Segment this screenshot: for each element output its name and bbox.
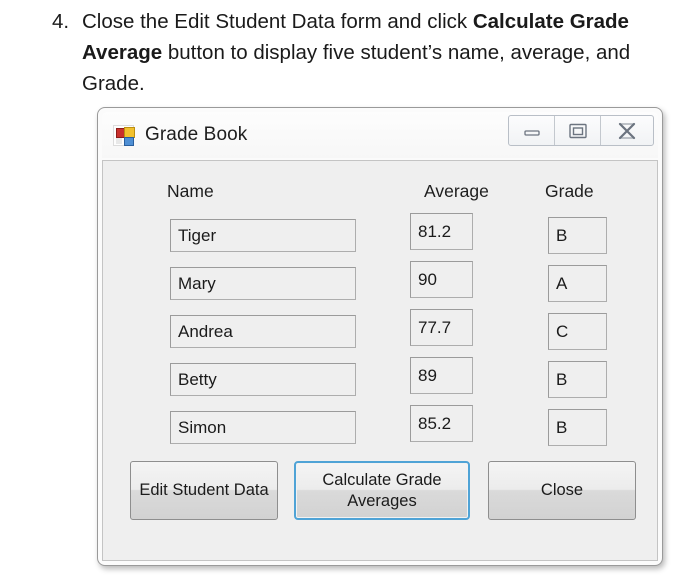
table-row: Simon 85.2 B [103,405,657,453]
instruction-text-part2: button to display five student’s name, a… [82,41,631,95]
name-field[interactable]: Andrea [170,315,356,348]
form-client-area: Name Average Grade Tiger 81.2 B Mary 90 … [102,160,658,561]
table-row: Betty 89 B [103,357,657,405]
maximize-icon[interactable] [555,116,601,145]
calculate-grade-averages-button[interactable]: Calculate Grade Averages [294,461,470,520]
instruction-text-part1: Close the Edit Student Data form and cli… [82,10,473,33]
column-header-average: Average [424,181,489,201]
name-field[interactable]: Simon [170,411,356,444]
grade-field[interactable]: B [548,361,607,398]
average-field[interactable]: 85.2 [410,405,473,442]
form-button-bar: Edit Student Data Calculate Grade Averag… [103,461,657,525]
table-row: Mary 90 A [103,261,657,309]
window-title: Grade Book [145,124,248,145]
average-field[interactable]: 81.2 [410,213,473,250]
window-controls [508,115,654,146]
instruction-text: Close the Edit Student Data form and cli… [82,6,682,99]
student-rows: Tiger 81.2 B Mary 90 A Andrea 77.7 C Bet… [103,213,657,453]
name-field[interactable]: Mary [170,267,356,300]
average-field[interactable]: 89 [410,357,473,394]
average-field[interactable]: 77.7 [410,309,473,346]
name-field[interactable]: Tiger [170,219,356,252]
instruction-paragraph: 4. Close the Edit Student Data form and … [52,6,682,99]
edit-student-data-button[interactable]: Edit Student Data [130,461,278,520]
grade-book-window: Grade Book Name Average Grade Tiger 81.2… [97,107,663,566]
window-titlebar[interactable]: Grade Book [102,112,658,158]
table-row: Tiger 81.2 B [103,213,657,261]
column-header-grade: Grade [545,181,594,201]
name-field[interactable]: Betty [170,363,356,396]
close-button[interactable]: Close [488,461,636,520]
windows-forms-app-icon [113,124,135,146]
close-icon[interactable] [601,116,653,145]
grade-field[interactable]: C [548,313,607,350]
instruction-number: 4. [52,10,70,33]
minimize-icon[interactable] [509,116,555,145]
grade-field[interactable]: A [548,265,607,302]
grade-field[interactable]: B [548,217,607,254]
column-header-name: Name [167,181,214,201]
average-field[interactable]: 90 [410,261,473,298]
table-row: Andrea 77.7 C [103,309,657,357]
grade-field[interactable]: B [548,409,607,446]
